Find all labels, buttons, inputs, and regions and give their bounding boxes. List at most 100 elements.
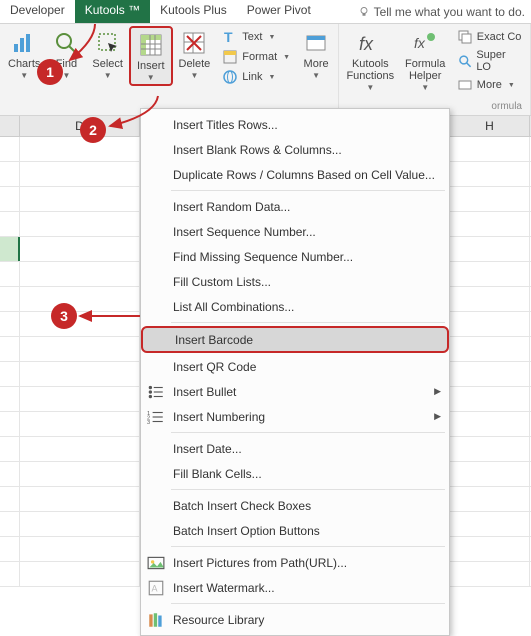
menu-find-missing-sequence[interactable]: Find Missing Sequence Number...: [141, 244, 449, 269]
find-icon: [53, 30, 79, 56]
menu-separator: [171, 489, 445, 490]
mi-label: Insert Numbering: [173, 410, 265, 424]
mi-label: Insert Random Data...: [173, 200, 290, 214]
tab-kutools-plus[interactable]: Kutools Plus: [150, 0, 237, 23]
insert-button[interactable]: Insert▼: [129, 26, 173, 86]
menu-fill-custom-lists[interactable]: Fill Custom Lists...: [141, 269, 449, 294]
format-label: Format: [242, 51, 277, 63]
link-icon: [222, 69, 238, 85]
svg-text:3: 3: [147, 419, 150, 425]
kutools-functions-button[interactable]: fx Kutools Functions▼: [341, 26, 399, 94]
chevron-down-icon: ▼: [508, 82, 515, 89]
selected-cell-edge[interactable]: [0, 237, 20, 261]
formula-helper-label: Formula Helper: [405, 58, 445, 82]
mi-label: List All Combinations...: [173, 300, 294, 314]
col-header-h[interactable]: H: [450, 116, 530, 136]
tab-kutools[interactable]: Kutools ™: [75, 0, 150, 23]
delete-icon: [181, 30, 207, 56]
mi-label: Fill Custom Lists...: [173, 275, 271, 289]
mi-label: Insert Blank Rows & Columns...: [173, 143, 342, 157]
kutools-functions-label: Kutools Functions: [346, 58, 394, 82]
exact-copy-button[interactable]: Exact Co: [455, 28, 524, 46]
chevron-down-icon: ▼: [421, 83, 429, 92]
text-icon: T: [222, 29, 238, 45]
tell-me-label: Tell me what you want to do.: [374, 5, 525, 19]
formula-helper-icon: fx: [412, 30, 438, 56]
chevron-down-icon: ▼: [62, 71, 70, 80]
tell-me-search[interactable]: Tell me what you want to do.: [352, 0, 531, 23]
submenu-arrow-icon: ▶: [434, 411, 441, 422]
chevron-down-icon: ▼: [147, 73, 155, 82]
super-lookup-button[interactable]: Super LO: [455, 48, 524, 74]
charts-button[interactable]: Charts▼: [2, 26, 46, 82]
delete-button[interactable]: Delete▼: [173, 26, 217, 82]
exact-copy-label: Exact Co: [477, 31, 522, 43]
fx-icon: fx: [357, 30, 383, 56]
menu-insert-watermark[interactable]: A Insert Watermark...: [141, 575, 449, 600]
insert-icon: [138, 32, 164, 58]
tab-power-pivot[interactable]: Power Pivot: [237, 0, 321, 23]
mi-label: Insert Pictures from Path(URL)...: [173, 556, 347, 570]
menu-resource-library[interactable]: Resource Library: [141, 607, 449, 632]
menu-insert-bullet[interactable]: Insert Bullet▶: [141, 379, 449, 404]
tab-developer[interactable]: Developer: [0, 0, 75, 23]
more-button[interactable]: More▼: [296, 26, 336, 82]
mi-label: Batch Insert Check Boxes: [173, 499, 311, 513]
menu-insert-blank-rows-columns[interactable]: Insert Blank Rows & Columns...: [141, 137, 449, 162]
insert-dropdown-menu: Insert Titles Rows... Insert Blank Rows …: [140, 108, 450, 636]
menu-insert-numbering[interactable]: 123Insert Numbering▶: [141, 404, 449, 429]
mi-label: Duplicate Rows / Columns Based on Cell V…: [173, 168, 435, 182]
picture-icon: [147, 554, 165, 572]
menu-separator: [171, 546, 445, 547]
chevron-down-icon: ▼: [268, 34, 275, 41]
menu-fill-blank-cells[interactable]: Fill Blank Cells...: [141, 461, 449, 486]
col-header-blank[interactable]: [0, 116, 20, 136]
link-button[interactable]: Link ▼: [220, 68, 292, 86]
bulb-icon: [358, 6, 370, 18]
menu-insert-qr-code[interactable]: Insert QR Code: [141, 354, 449, 379]
copy-icon: [457, 29, 473, 45]
menu-duplicate-rows-columns[interactable]: Duplicate Rows / Columns Based on Cell V…: [141, 162, 449, 187]
super-lookup-label: Super LO: [476, 49, 522, 73]
menu-batch-insert-check-boxes[interactable]: Batch Insert Check Boxes: [141, 493, 449, 518]
menu-insert-random-data[interactable]: Insert Random Data...: [141, 194, 449, 219]
library-icon: [147, 611, 165, 629]
mi-label: Fill Blank Cells...: [173, 467, 262, 481]
menu-list-all-combinations[interactable]: List All Combinations...: [141, 294, 449, 319]
menu-insert-titles-rows[interactable]: Insert Titles Rows...: [141, 112, 449, 137]
svg-text:A: A: [152, 583, 158, 593]
menu-separator: [171, 190, 445, 191]
link-label: Link: [242, 71, 262, 83]
menu-insert-sequence-number[interactable]: Insert Sequence Number...: [141, 219, 449, 244]
lookup-icon: [457, 53, 473, 69]
svg-text:fx: fx: [414, 35, 426, 51]
submenu-arrow-icon: ▶: [434, 386, 441, 397]
mi-label: Insert QR Code: [173, 360, 256, 374]
col-header-d[interactable]: D: [20, 116, 140, 136]
menu-batch-insert-option-buttons[interactable]: Batch Insert Option Buttons: [141, 518, 449, 543]
formula-helper-button[interactable]: fx Formula Helper▼: [400, 26, 451, 94]
mi-label: Insert Watermark...: [173, 581, 275, 595]
text-button[interactable]: TText▼: [220, 28, 292, 46]
chevron-down-icon: ▼: [283, 54, 290, 61]
menu-insert-pictures-from-path[interactable]: Insert Pictures from Path(URL)...: [141, 550, 449, 575]
mi-label: Insert Sequence Number...: [173, 225, 316, 239]
mi-label: Insert Barcode: [175, 333, 253, 347]
ribbon-tabs: Developer Kutools ™ Kutools Plus Power P…: [0, 0, 531, 24]
chevron-down-icon: ▼: [268, 74, 275, 81]
format-button[interactable]: Format ▼: [220, 48, 292, 66]
select-button[interactable]: Select▼: [86, 26, 129, 82]
chevron-down-icon: ▼: [20, 71, 28, 80]
find-button[interactable]: Find▼: [46, 26, 86, 82]
mi-label: Batch Insert Option Buttons: [173, 524, 320, 538]
menu-insert-barcode[interactable]: Insert Barcode: [141, 326, 449, 353]
mi-label: Resource Library: [173, 613, 264, 627]
format-icon: [222, 49, 238, 65]
mi-label: Insert Date...: [173, 442, 242, 456]
more2-label: More: [477, 79, 502, 91]
more2-button[interactable]: More ▼: [455, 76, 524, 94]
more-icon: [457, 77, 473, 93]
find-label: Find: [56, 58, 77, 70]
bullet-icon: [147, 383, 165, 401]
menu-insert-date[interactable]: Insert Date...: [141, 436, 449, 461]
